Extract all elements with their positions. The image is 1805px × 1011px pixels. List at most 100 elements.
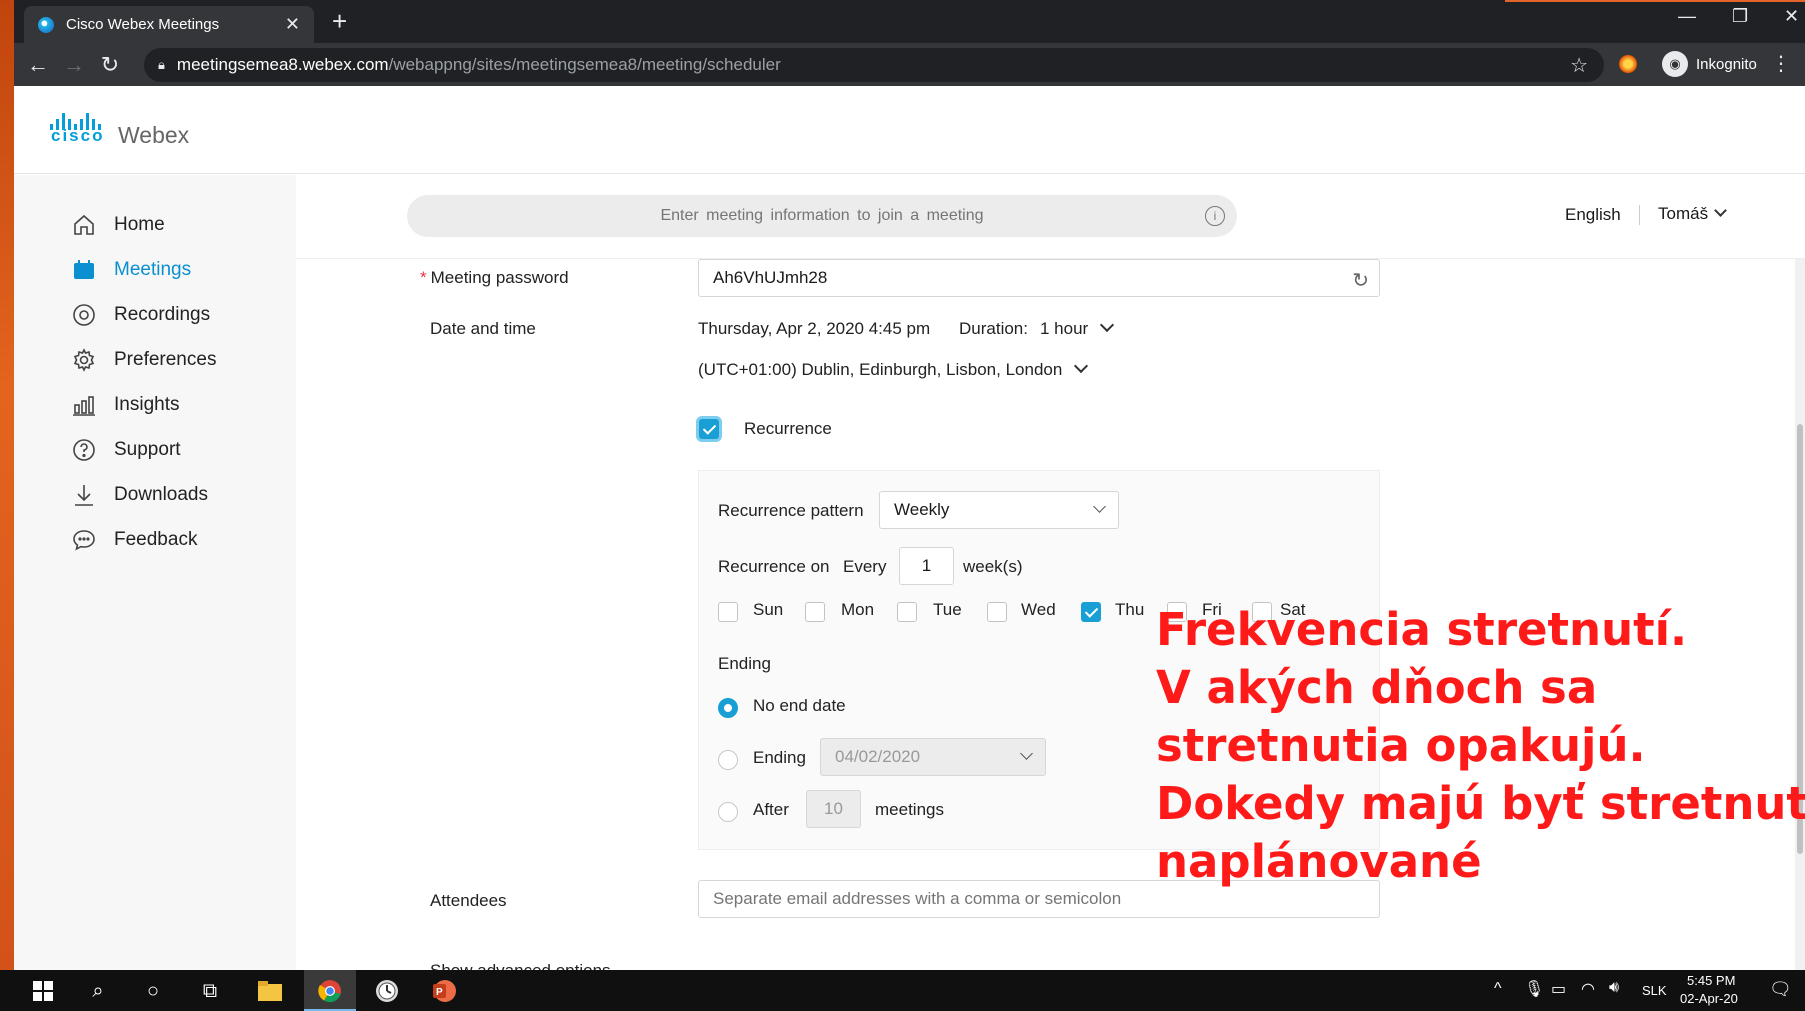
- url-host: meetingsemea8.webex.com: [176, 55, 389, 74]
- logo-webex-text: Webex: [118, 122, 190, 148]
- sidebar-item-preferences[interactable]: Preferences: [70, 346, 216, 374]
- recurrence-checkbox[interactable]: [699, 419, 719, 439]
- reload-icon[interactable]: ↻: [92, 52, 128, 78]
- search-icon[interactable]: ⌕: [85, 978, 111, 1004]
- refresh-icon[interactable]: ↻: [1352, 268, 1369, 293]
- minimize-button[interactable]: —: [1678, 6, 1696, 27]
- tray-chevron-icon[interactable]: ^: [1494, 980, 1502, 998]
- user-menu[interactable]: Tomáš: [1658, 204, 1727, 224]
- day-checkbox-sun[interactable]: [718, 602, 738, 622]
- day-checkbox-tue[interactable]: [897, 602, 917, 622]
- ending-date-value: 04/02/2020: [835, 747, 921, 766]
- day-checkbox-wed[interactable]: [987, 602, 1007, 622]
- timezone-select[interactable]: (UTC+01:00) Dublin, Edinburgh, Lisbon, L…: [698, 358, 1089, 380]
- extension-icon[interactable]: [1619, 55, 1637, 73]
- lock-icon: 🔒︎: [158, 57, 165, 72]
- input-language[interactable]: SLK: [1642, 983, 1667, 998]
- top-bar: i English Tomáš: [296, 175, 1805, 259]
- notification-icon[interactable]: 🗨︎: [1769, 979, 1792, 1000]
- battery-icon[interactable]: ▭: [1551, 979, 1566, 999]
- sidebar-item-label: Meetings: [114, 259, 192, 280]
- after-value: 10: [824, 799, 843, 818]
- annotation-line: naplánované: [1156, 835, 1482, 888]
- info-icon[interactable]: i: [1205, 206, 1225, 226]
- ending-date-radio[interactable]: [718, 750, 738, 770]
- ending-option-label: Ending: [753, 748, 806, 767]
- annotation-line: Dokedy majú byť stretnutia: [1156, 777, 1805, 830]
- microphone-icon[interactable]: 🎙︎: [1524, 979, 1544, 999]
- day-checkbox-mon[interactable]: [805, 602, 825, 622]
- volume-icon[interactable]: 🔊︎: [1609, 979, 1619, 997]
- pattern-select[interactable]: Weekly: [879, 491, 1119, 529]
- duration-select[interactable]: 1 hour: [1040, 317, 1115, 339]
- help-icon: [70, 436, 98, 464]
- browser-window: Cisco Webex Meetings ✕ + — ❐ ✕ ← → ↻ 🔒︎ …: [14, 0, 1805, 970]
- back-icon[interactable]: ←: [20, 52, 56, 78]
- password-label: * Meeting password: [420, 268, 569, 288]
- webex-favicon-icon: [38, 16, 54, 33]
- new-tab-button[interactable]: +: [332, 6, 347, 37]
- day-label: Tue: [933, 600, 962, 619]
- annotation-line: Frekvencia stretnutí.: [1156, 603, 1688, 656]
- sidebar-item-label: Support: [114, 439, 181, 460]
- sidebar-item-support[interactable]: Support: [70, 436, 181, 464]
- tab-strip: Cisco Webex Meetings ✕ + — ❐ ✕: [14, 0, 1805, 43]
- close-window-button[interactable]: ✕: [1784, 6, 1799, 27]
- clock-time[interactable]: 5:45 PM: [1687, 973, 1735, 988]
- day-checkbox-thu[interactable]: [1081, 602, 1101, 622]
- task-view-icon[interactable]: ⧉: [197, 978, 223, 1004]
- sidebar-item-label: Recordings: [114, 304, 211, 325]
- page-header: cisco Webex: [14, 86, 1805, 174]
- duration-label: Duration:: [959, 319, 1028, 338]
- url-path: /webappng/sites/meetingsemea8/meeting/sc…: [388, 55, 781, 74]
- language-selector[interactable]: English: [1565, 205, 1621, 225]
- wifi-icon[interactable]: ◠: [1581, 979, 1595, 999]
- browser-tab[interactable]: Cisco Webex Meetings ✕: [24, 6, 314, 43]
- sidebar-item-feedback[interactable]: Feedback: [70, 526, 197, 554]
- annotation-overlay: Frekvencia stretnutí. V akých dňoch sa s…: [1156, 601, 1805, 891]
- close-tab-icon[interactable]: ✕: [285, 14, 300, 35]
- profile-label: Inkognito: [1696, 55, 1757, 73]
- after-count-input[interactable]: 10: [806, 790, 861, 828]
- file-explorer-icon[interactable]: [257, 978, 283, 1004]
- clock-date[interactable]: 02-Apr-20: [1680, 991, 1738, 1006]
- pattern-label: Recurrence pattern: [718, 501, 864, 520]
- advanced-options-link[interactable]: Show advanced options: [430, 961, 611, 970]
- sidebar-item-recordings[interactable]: Recordings: [70, 301, 210, 329]
- sidebar-item-meetings[interactable]: Meetings: [70, 256, 191, 284]
- forward-icon[interactable]: →: [56, 52, 92, 78]
- no-end-date-radio[interactable]: [718, 698, 738, 718]
- annotation-line: V akých dňoch sa: [1156, 661, 1598, 714]
- sidebar-item-home[interactable]: Home: [70, 211, 165, 239]
- recurrence-label: Recurrence: [744, 419, 832, 438]
- bookmark-star-icon[interactable]: ☆: [1570, 53, 1588, 78]
- sidebar-item-downloads[interactable]: Downloads: [70, 481, 208, 509]
- incognito-profile[interactable]: ◉ Inkognito: [1662, 51, 1757, 77]
- attendees-label: Attendees: [430, 891, 507, 910]
- chrome-icon[interactable]: [317, 978, 343, 1004]
- join-meeting-input[interactable]: [407, 195, 1237, 237]
- windows-start-icon[interactable]: [30, 978, 56, 1004]
- svg-text:P: P: [436, 987, 443, 998]
- sidebar-item-insights[interactable]: Insights: [70, 391, 179, 419]
- feedback-icon: [70, 526, 98, 554]
- duration-value: 1 hour: [1040, 319, 1089, 338]
- powerpoint-icon[interactable]: P: [431, 978, 457, 1004]
- cisco-webex-logo[interactable]: cisco Webex: [50, 112, 189, 148]
- address-bar[interactable]: 🔒︎ meetingsemea8.webex.com/webappng/site…: [144, 48, 1604, 82]
- every-weeks-input[interactable]: 1: [899, 547, 954, 585]
- browser-menu-icon[interactable]: ⋮: [1771, 51, 1791, 76]
- clock-app-icon[interactable]: [374, 978, 400, 1004]
- chevron-down-icon: [1093, 500, 1106, 513]
- ending-date-picker[interactable]: 04/02/2020: [820, 738, 1046, 776]
- browser-toolbar: ← → ↻ 🔒︎ meetingsemea8.webex.com/webappn…: [14, 43, 1805, 86]
- after-radio[interactable]: [718, 802, 738, 822]
- day-label: Sun: [753, 600, 784, 619]
- datetime-value[interactable]: Thursday, Apr 2, 2020 4:45 pm: [698, 319, 930, 339]
- incognito-icon: ◉: [1662, 51, 1688, 77]
- restore-button[interactable]: ❐: [1732, 6, 1748, 27]
- cortana-icon[interactable]: ○: [140, 978, 166, 1004]
- annotation-line: stretnutia opakujú.: [1156, 719, 1646, 772]
- password-field[interactable]: Ah6VhUJmh28 ↻: [698, 259, 1380, 297]
- meetings-icon: [70, 256, 98, 284]
